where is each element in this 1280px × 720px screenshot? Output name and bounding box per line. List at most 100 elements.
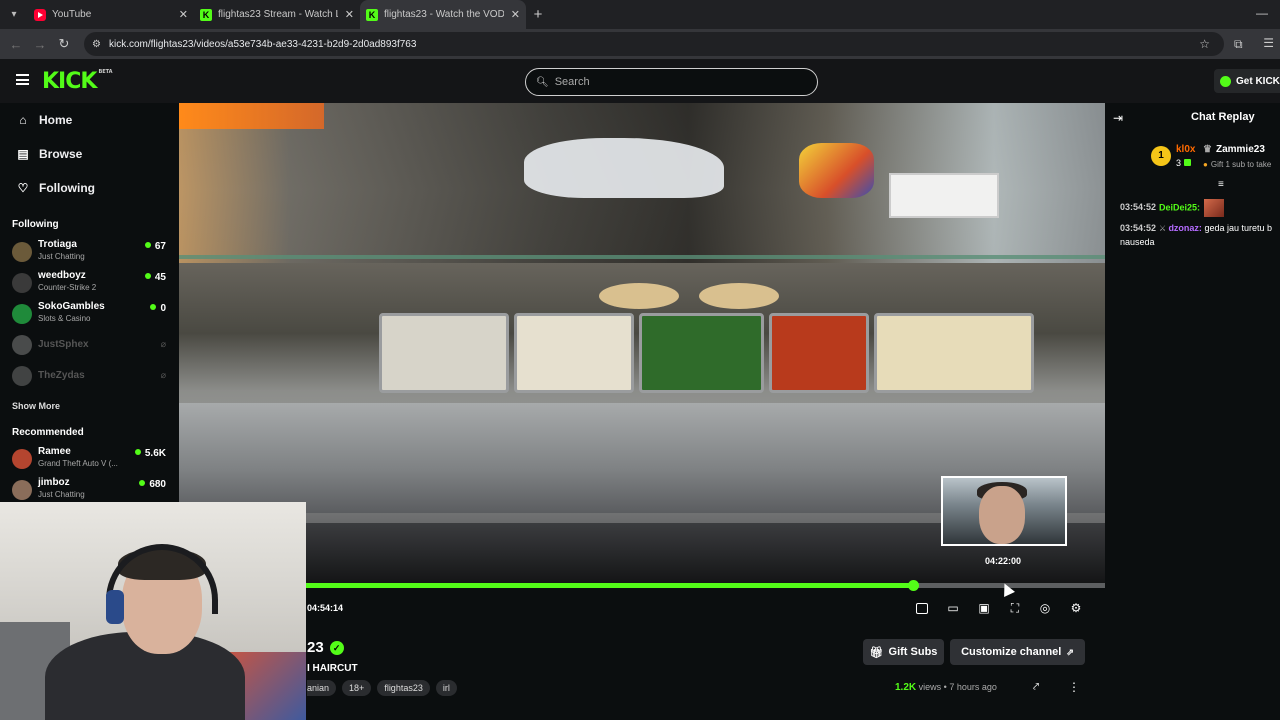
sidebar-channel-ramee[interactable]: Ramee Grand Theft Auto V (... 5.6K — [12, 444, 168, 472]
playback-speed-icon[interactable]: ◎ — [1038, 601, 1052, 615]
video-scene-box — [889, 173, 999, 218]
kicks-coin-icon — [1220, 75, 1231, 87]
search-icon: 🔍︎ — [536, 76, 549, 88]
tag[interactable]: irl — [435, 680, 457, 696]
sidebar-item-following[interactable]: ♡ Following — [16, 181, 95, 195]
close-icon[interactable]: ✕ — [511, 8, 520, 21]
external-link-icon: ⇗ — [1066, 646, 1074, 657]
browse-icon: ▤ — [17, 147, 29, 161]
kick-logo[interactable]: KICK BETA — [42, 69, 113, 94]
tag[interactable]: anian — [307, 680, 337, 696]
sidebar-item-home[interactable]: ⌂ Home — [16, 113, 72, 127]
sidebar-channel-weedboyz[interactable]: weedboyz Counter-Strike 2 45 — [12, 268, 168, 296]
webcam-scene-earcup — [106, 590, 124, 624]
kick-topnav: KICKBETA 🔍︎ Search Get KICKs — [0, 59, 1280, 103]
chat-message-continuation: nauseda — [1120, 237, 1155, 247]
gift-recipient[interactable]: ♛ Zammie23 — [1203, 144, 1265, 155]
viewer-count: 680 — [139, 479, 166, 490]
expand-pinned-icon[interactable]: ≡ — [1218, 179, 1224, 190]
video-scene-glass — [179, 255, 1105, 259]
vod-title: I HAIRCUT — [307, 663, 358, 674]
crown-icon: ♛ — [1203, 144, 1212, 155]
settings-gear-icon[interactable]: ⚙ — [1069, 601, 1083, 615]
video-scene-bag — [799, 143, 874, 198]
sidebar-channel-sokogambles[interactable]: SokoGambles Slots & Casino 0 — [12, 299, 168, 327]
viewer-count: 67 — [145, 241, 166, 252]
youtube-icon — [34, 8, 46, 21]
tab-kick-stream[interactable]: K flightas23 Stream - Watch Live ✕ — [194, 0, 360, 29]
video-scene-sign — [179, 103, 324, 129]
miniplayer-icon[interactable] — [916, 603, 928, 614]
back-icon[interactable]: ← — [4, 37, 28, 52]
forward-icon[interactable]: → — [28, 37, 52, 52]
chat-title: Chat Replay — [1191, 111, 1255, 123]
close-icon[interactable]: ✕ — [179, 8, 188, 21]
get-kicks-button[interactable]: Get KICKs — [1214, 69, 1280, 93]
avatar — [12, 449, 32, 469]
tab-youtube[interactable]: YouTube ✕ — [28, 0, 194, 29]
recommended-heading: Recommended — [12, 427, 84, 438]
video-scene-tray — [514, 313, 634, 393]
avatar — [12, 242, 32, 262]
heart-icon: ♡ — [17, 181, 29, 195]
tag[interactable]: flightas23 — [377, 680, 430, 696]
emote-icon — [1204, 199, 1225, 217]
offline-icon: ⌀ — [160, 370, 166, 380]
collapse-chat-icon[interactable]: ⇥ — [1113, 111, 1123, 125]
chat-username[interactable]: DeiDei25: — [1159, 202, 1200, 212]
menu-icon[interactable]: ☰ — [1263, 36, 1274, 50]
channel-name[interactable]: 23 ✓ — [307, 639, 344, 656]
extensions-icon[interactable]: ⧉ — [1234, 37, 1243, 52]
chat-panel — [1106, 103, 1280, 720]
top-gifter-username[interactable]: kl0x — [1176, 144, 1195, 155]
video-scene-tray — [379, 313, 509, 393]
avatar — [12, 480, 32, 500]
viewer-count: 0 — [150, 303, 166, 314]
customize-channel-button[interactable]: Customize channel ⇗ — [950, 639, 1085, 665]
gift-icon: 🎁︎ — [869, 646, 884, 659]
tab-search-icon[interactable]: ▾ — [0, 0, 28, 29]
show-more-button[interactable]: Show More — [12, 401, 60, 411]
site-info-icon[interactable]: ⚙ — [92, 39, 101, 50]
tag[interactable]: 18+ — [342, 680, 372, 696]
chat-username[interactable]: dzonaz: — [1168, 223, 1202, 233]
top-gifter-rank-badge: 1 — [1151, 146, 1171, 166]
avatar — [12, 366, 32, 386]
verified-badge-icon: ✓ — [329, 640, 344, 655]
tab-kick-vod[interactable]: K flightas23 - Watch the VOD on ✕ — [360, 0, 526, 29]
thumbnail-face — [979, 486, 1025, 544]
fullscreen-icon[interactable]: ⛶ — [1008, 601, 1022, 615]
sidebar-channel-jimboz[interactable]: jimboz Just Chatting 680 — [12, 475, 168, 503]
search-input[interactable]: 🔍︎ Search — [525, 68, 818, 96]
minimize-icon[interactable]: — — [1256, 6, 1268, 20]
tab-title: YouTube — [52, 9, 92, 20]
theater-mode-icon[interactable]: ▣ — [977, 601, 991, 615]
url-field[interactable]: ⚙ kick.com/flightas23/videos/a53e734b-ae… — [84, 32, 1224, 56]
viewer-count: 5.6K — [135, 448, 166, 459]
menu-icon[interactable] — [16, 74, 29, 85]
reload-icon[interactable]: ↻ — [52, 36, 76, 52]
sidebar-item-browse[interactable]: ▤ Browse — [16, 147, 82, 161]
clip-icon[interactable]: ▭ — [946, 601, 960, 615]
kick-icon: K — [366, 8, 378, 21]
share-icon[interactable]: ⤤ — [1033, 681, 1039, 694]
hover-time-tooltip: 04:22:00 — [985, 556, 1022, 566]
chat-message: 03:54:52 ⚔ dzonaz: geda jau turetu b — [1120, 223, 1273, 233]
more-options-icon[interactable]: ⋮ — [1068, 680, 1080, 694]
new-tab-button[interactable]: + — [526, 0, 550, 29]
tab-title: flightas23 - Watch the VOD on — [384, 9, 504, 20]
gift-subs-button[interactable]: 🎁︎ Gift Subs — [863, 639, 944, 665]
sidebar-channel-justsphex[interactable]: JustSphex ⌀ — [12, 330, 168, 358]
video-scene-tray — [769, 313, 869, 393]
video-scene-bread — [599, 283, 679, 309]
bookmark-star-icon[interactable]: ☆ — [1199, 37, 1210, 51]
seek-bar[interactable] — [306, 580, 1105, 591]
gift-sub-prompt[interactable]: ● Gift 1 sub to take — [1203, 160, 1271, 169]
gift-count-icon — [1184, 159, 1192, 166]
sidebar-channel-trotiaga[interactable]: Trotiaga Just Chatting 67 — [12, 237, 168, 265]
sidebar-channel-thezydas[interactable]: TheZydas ⌀ — [12, 361, 168, 389]
kick-icon: K — [200, 8, 212, 21]
avatar — [12, 335, 32, 355]
video-scene-bread — [699, 283, 779, 309]
close-icon[interactable]: ✕ — [345, 8, 354, 21]
